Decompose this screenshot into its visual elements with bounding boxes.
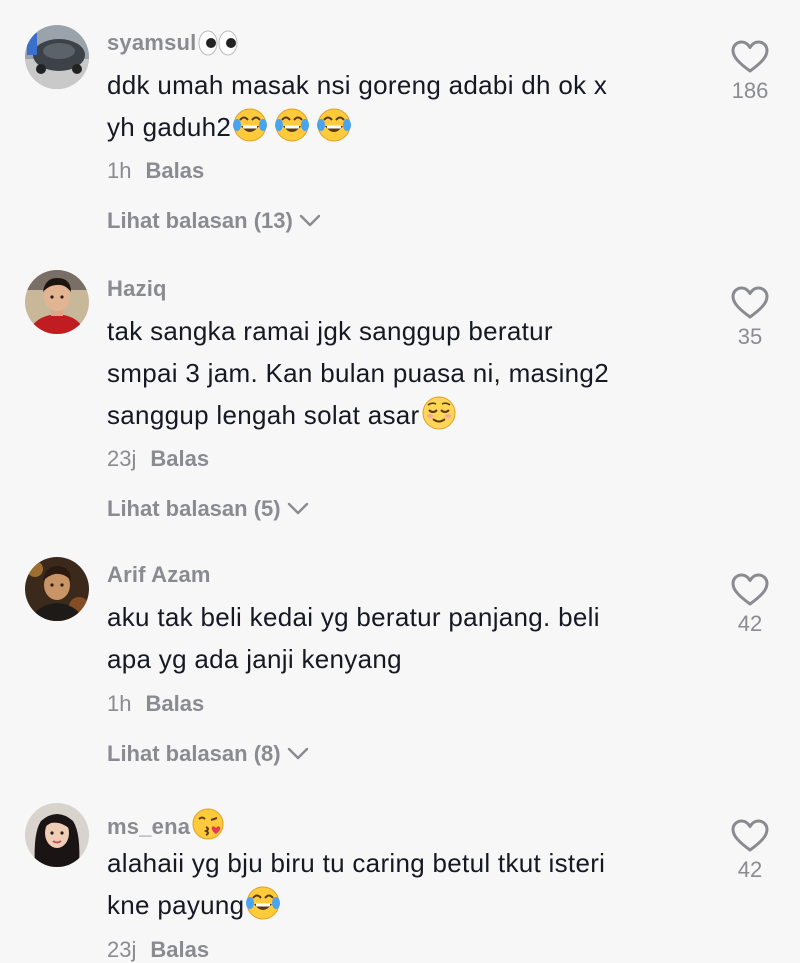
view-replies-button[interactable]: Lihat balasan (8) xyxy=(107,741,309,767)
comment-text: ddk umah masak nsi goreng adabi dh ok x … xyxy=(107,64,707,154)
avatar[interactable] xyxy=(25,557,89,621)
chevron-down-icon xyxy=(299,214,321,227)
avatar-man-red-shirt-icon xyxy=(25,270,89,334)
comment-time: 23j xyxy=(107,446,137,471)
comment-username[interactable]: ms_ena xyxy=(107,808,224,846)
reply-button[interactable]: Balas xyxy=(145,158,204,183)
reply-button[interactable]: Balas xyxy=(150,937,209,962)
comment-text: aku tak beli kedai yg beratur panjang. b… xyxy=(107,602,600,674)
avatar-woman-icon xyxy=(25,803,89,867)
like-button[interactable]: 42 xyxy=(722,573,778,637)
tears-of-joy-emoji-icon xyxy=(233,108,352,154)
like-count: 42 xyxy=(737,611,763,636)
reply-button[interactable]: Balas xyxy=(145,691,204,716)
avatar[interactable] xyxy=(25,803,89,867)
comment-username[interactable]: syamsul xyxy=(107,30,238,62)
reply-button[interactable]: Balas xyxy=(150,446,209,471)
comment-time: 1h xyxy=(107,158,132,183)
comment-username[interactable]: Arif Azam xyxy=(107,562,211,588)
like-button[interactable]: 35 xyxy=(722,286,778,350)
like-count: 42 xyxy=(737,857,763,882)
avatar-man-icon xyxy=(25,557,89,621)
view-replies-button[interactable]: Lihat balasan (5) xyxy=(107,496,309,522)
kissing-face-emoji-icon xyxy=(192,808,224,846)
comment-meta: 23j Balas xyxy=(107,937,209,963)
like-button[interactable]: 42 xyxy=(722,819,778,883)
heart-icon xyxy=(731,573,769,606)
comment-text: tak sangka ramai jgk sanggup beratur smp… xyxy=(107,310,707,442)
heart-icon xyxy=(731,40,769,73)
comment-time: 23j xyxy=(107,937,137,962)
comment-time: 1h xyxy=(107,691,132,716)
like-count: 35 xyxy=(737,324,763,349)
relieved-face-emoji-icon xyxy=(422,396,456,442)
view-replies-button[interactable]: Lihat balasan (13) xyxy=(107,208,321,234)
heart-icon xyxy=(731,286,769,319)
comment-text: alahaii yg bju biru tu caring betul tkut… xyxy=(107,842,707,932)
tears-of-joy-emoji-icon xyxy=(246,886,281,932)
eyes-emoji-icon xyxy=(198,30,238,62)
avatar-car-icon xyxy=(25,25,89,89)
chevron-down-icon xyxy=(287,502,308,515)
like-button[interactable]: 186 xyxy=(722,40,778,104)
avatar[interactable] xyxy=(25,25,89,89)
comment-meta: 1h Balas xyxy=(107,158,204,184)
heart-icon xyxy=(731,819,769,852)
comment-meta: 23j Balas xyxy=(107,446,209,472)
avatar[interactable] xyxy=(25,270,89,334)
chevron-down-icon xyxy=(287,747,308,760)
comment-meta: 1h Balas xyxy=(107,691,204,717)
like-count: 186 xyxy=(731,78,769,103)
comment-username[interactable]: Haziq xyxy=(107,276,167,302)
